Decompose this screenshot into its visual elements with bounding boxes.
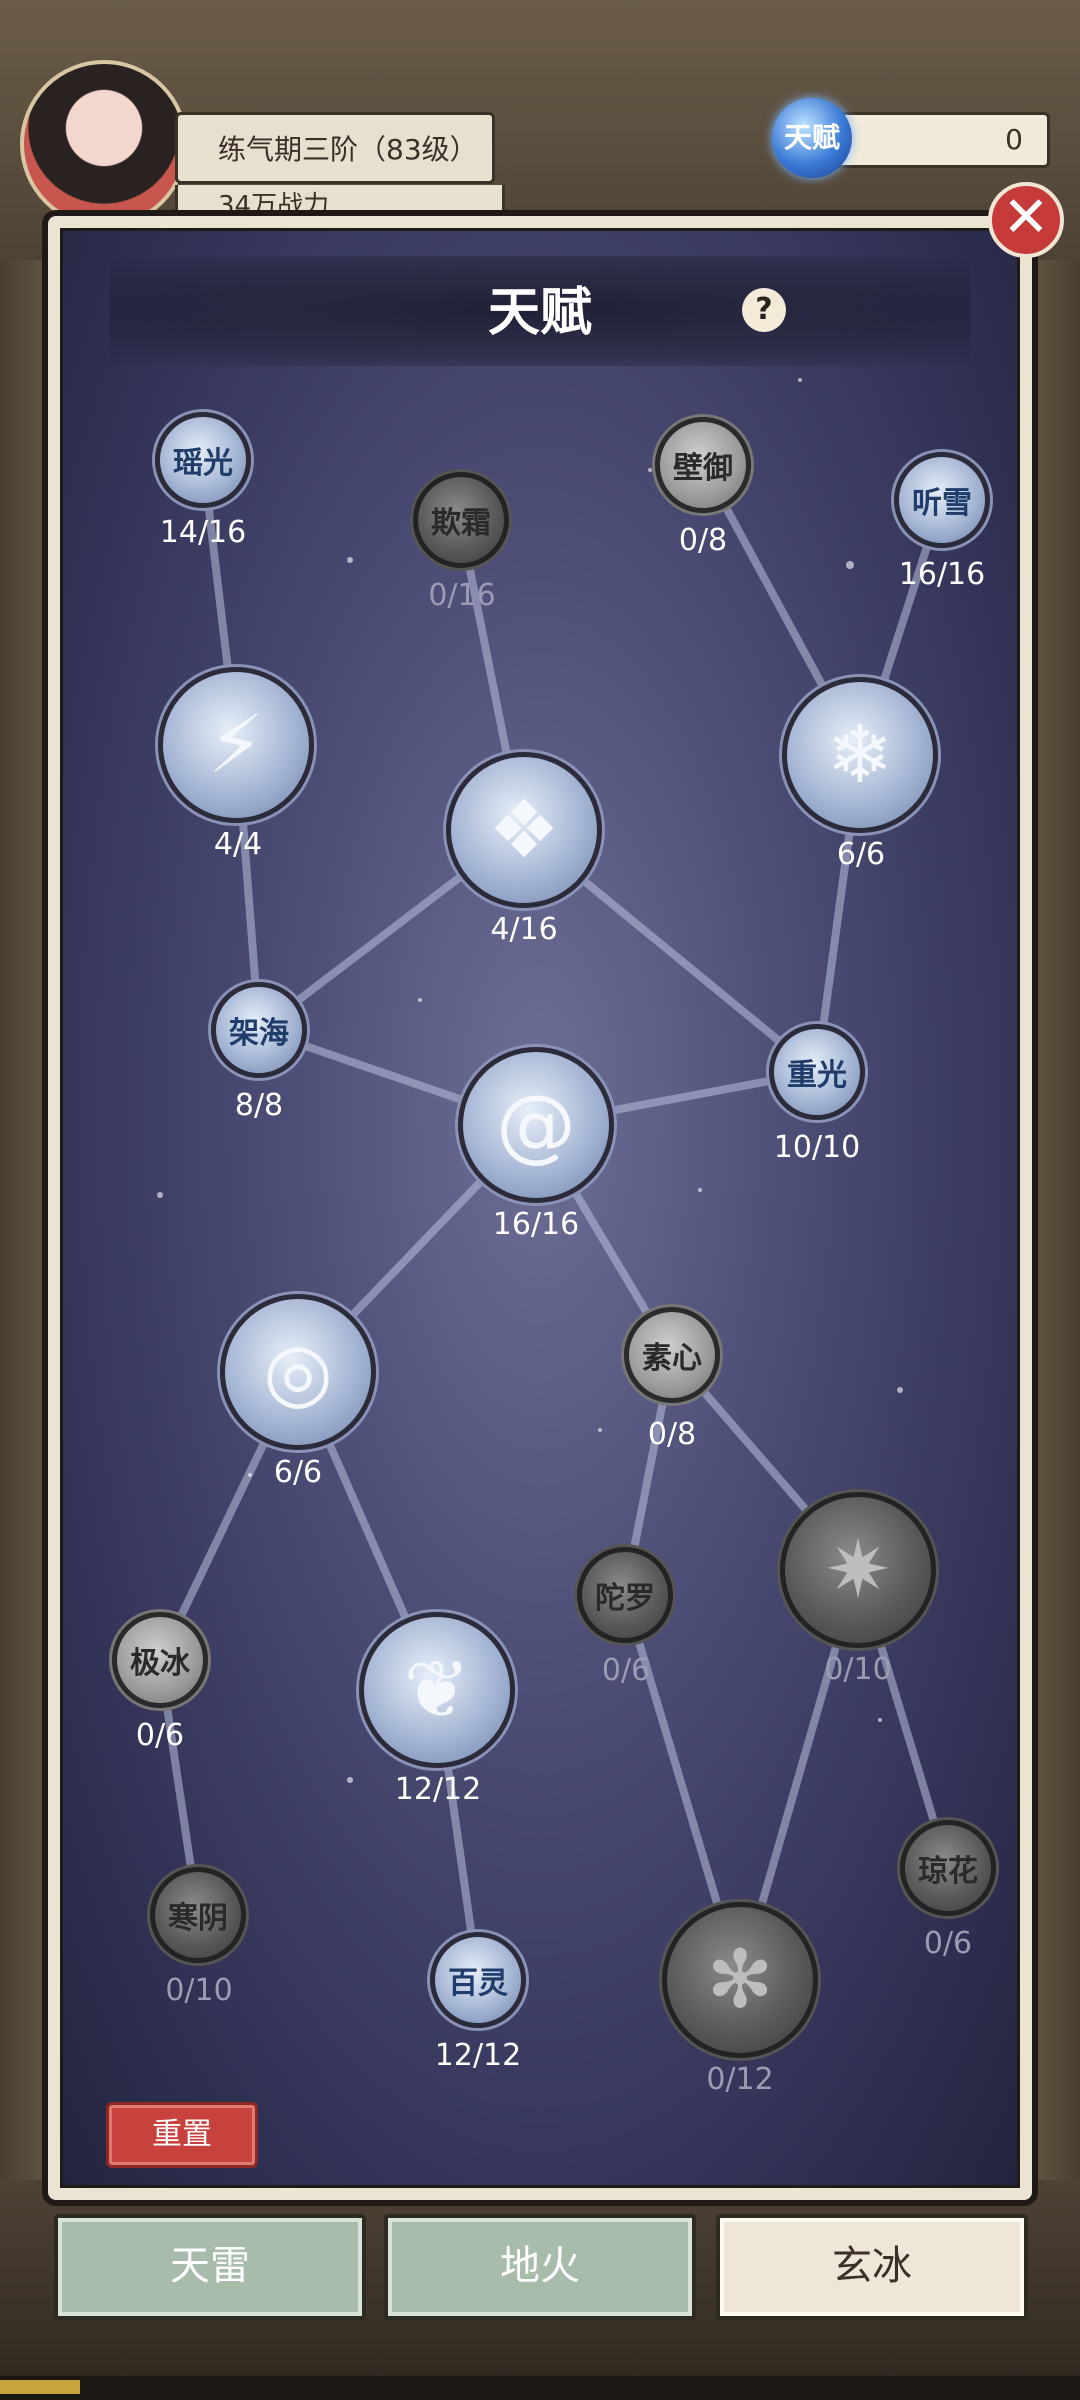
- talent-node-jibing[interactable]: 极冰: [112, 1612, 208, 1708]
- talent-count: 4/4: [213, 827, 263, 862]
- progress-fill: [0, 2380, 80, 2394]
- talent-count: 10/10: [773, 1130, 861, 1165]
- talent-count: 0/8: [678, 523, 728, 558]
- talent-label: 重光: [787, 1058, 847, 1093]
- talent-label: 瑶光: [173, 446, 233, 481]
- talent-count: 0/6: [135, 1718, 185, 1753]
- vortex-icon: ◎: [263, 1325, 333, 1418]
- ice-crystal-icon: ❖: [488, 783, 560, 876]
- talent-node-core[interactable]: @: [458, 1047, 614, 1203]
- talent-node-jiahai[interactable]: 架海: [211, 982, 307, 1078]
- snowflake-icon: ❄: [826, 708, 894, 801]
- star-burst-icon: ✷: [824, 1523, 892, 1616]
- talent-count: 0/12: [706, 2062, 774, 2097]
- talent-node-star-burst[interactable]: ✷: [780, 1492, 936, 1648]
- talent-node-feather[interactable]: ❦: [359, 1612, 515, 1768]
- talent-count: 6/6: [836, 837, 886, 872]
- talent-count: 0/10: [824, 1652, 892, 1687]
- talent-node-vortex[interactable]: ◎: [220, 1294, 376, 1450]
- feather-icon: ❦: [403, 1643, 471, 1736]
- element-tab-bar: 天雷 地火 玄冰: [52, 2214, 1028, 2324]
- talent-count: 0/6: [923, 1926, 973, 1961]
- tab-xuanbing[interactable]: 玄冰: [716, 2214, 1028, 2320]
- talent-node-frost-flake[interactable]: ✻: [662, 1902, 818, 2058]
- talent-label: 百灵: [448, 1966, 508, 2001]
- talent-node-bailing[interactable]: 百灵: [430, 1932, 526, 2028]
- frost-flake-icon: ✻: [706, 1933, 774, 2026]
- talent-node-tuoluo[interactable]: 陀罗: [577, 1547, 673, 1643]
- talent-count: 16/16: [898, 557, 986, 592]
- talent-count: 14/16: [159, 515, 247, 550]
- talent-label: 陀罗: [595, 1581, 655, 1616]
- talent-label: 素心: [642, 1341, 702, 1376]
- talent-node-yaoguang[interactable]: 瑶光: [155, 412, 251, 508]
- talent-node-ice-crystal[interactable]: ❖: [446, 752, 602, 908]
- talent-count: 12/12: [394, 1772, 482, 1807]
- talent-count: 16/16: [492, 1207, 580, 1242]
- talent-node-suxin[interactable]: 素心: [624, 1307, 720, 1403]
- talent-node-qishuang[interactable]: 欺霜: [413, 472, 509, 568]
- talent-node-snowflake[interactable]: ❄: [782, 677, 938, 833]
- tab-tianlei[interactable]: 天雷: [54, 2214, 366, 2320]
- talent-count: 6/6: [273, 1455, 323, 1490]
- swirl-icon: @: [496, 1078, 576, 1171]
- ice-shard-icon: ⚡: [207, 698, 265, 791]
- talent-node-tingxue[interactable]: 听雪: [894, 452, 990, 548]
- talent-count: 12/12: [434, 2038, 522, 2073]
- bottom-progress-bar: [0, 2376, 1080, 2400]
- talent-label: 寒阴: [168, 1901, 228, 1936]
- talent-node-biyu[interactable]: 壁御: [655, 417, 751, 513]
- talent-node-qionghua[interactable]: 琼花: [900, 1820, 996, 1916]
- talent-count: 8/8: [234, 1088, 284, 1123]
- tab-dihuo[interactable]: 地火: [384, 2214, 696, 2320]
- talent-node-hanyin[interactable]: 寒阴: [150, 1867, 246, 1963]
- talent-node-chongguang[interactable]: 重光: [769, 1024, 865, 1120]
- talent-label: 琼花: [918, 1854, 978, 1889]
- talent-count: 0/10: [165, 1973, 233, 2008]
- talent-count: 4/16: [490, 912, 558, 947]
- talent-count: 0/6: [601, 1653, 651, 1688]
- talent-label: 欺霜: [431, 506, 491, 541]
- talent-count: 0/16: [428, 578, 496, 613]
- talent-count: 0/8: [647, 1417, 697, 1452]
- reset-button[interactable]: 重置: [106, 2102, 258, 2168]
- talent-node-ice-shard[interactable]: ⚡: [158, 667, 314, 823]
- talent-label: 架海: [229, 1016, 289, 1051]
- talent-label: 壁御: [673, 451, 733, 486]
- talent-label: 听雪: [912, 486, 972, 521]
- talent-label: 极冰: [130, 1646, 190, 1681]
